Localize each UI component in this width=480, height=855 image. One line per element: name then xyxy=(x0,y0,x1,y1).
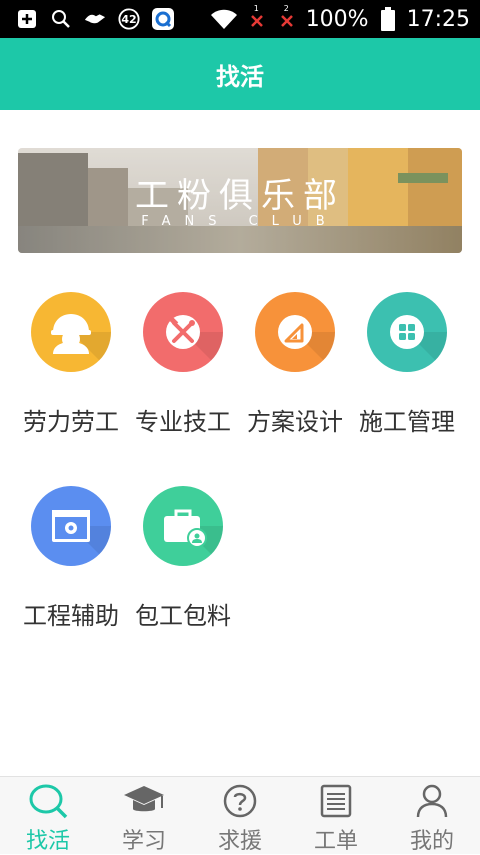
add-box-icon xyxy=(16,8,38,30)
tab-find-work[interactable]: 找活 xyxy=(0,777,96,854)
tab-label: 我的 xyxy=(409,829,454,854)
app-bar: 找活 xyxy=(0,38,480,110)
worker-icon xyxy=(31,292,111,372)
category-label: 工程辅助 xyxy=(23,602,119,630)
wifi-icon xyxy=(210,8,238,30)
category-label: 施工管理 xyxy=(359,408,455,436)
ruler-icon xyxy=(255,292,335,372)
page-title: 找活 xyxy=(216,62,264,91)
tools-icon xyxy=(143,292,223,372)
settings-window-icon xyxy=(31,486,111,566)
status-bar: 42 1 2 100% 17:25 xyxy=(0,0,480,38)
toolbox-icon xyxy=(143,486,223,566)
tab-label: 求援 xyxy=(217,829,262,854)
category-assist[interactable]: 工程辅助 xyxy=(15,486,127,631)
handshake-icon xyxy=(84,8,106,30)
sim2-no-signal-icon: 2 xyxy=(276,4,298,30)
category-labor[interactable]: 劳力劳工 xyxy=(15,292,127,437)
bottom-tab-bar: 找活 学习 求援 工单 我的 xyxy=(0,776,480,854)
grid-icon xyxy=(367,292,447,372)
tab-mine[interactable]: 我的 xyxy=(384,777,480,854)
category-management[interactable]: 施工管理 xyxy=(351,292,463,437)
category-design[interactable]: 方案设计 xyxy=(239,292,351,437)
sim1-no-signal-icon: 1 xyxy=(246,4,268,30)
category-label: 专业技工 xyxy=(135,408,231,436)
fans-club-banner[interactable]: 工粉俱乐部 FANS CLUB xyxy=(18,148,462,253)
graduation-cap-icon xyxy=(122,783,166,819)
tab-study[interactable]: 学习 xyxy=(96,777,192,854)
search-icon xyxy=(50,8,72,30)
battery-percent: 100% xyxy=(305,6,369,32)
category-label: 包工包料 xyxy=(135,602,231,630)
tab-label: 工单 xyxy=(313,829,358,854)
banner-subtitle: FANS CLUB xyxy=(141,214,339,229)
category-skilled[interactable]: 专业技工 xyxy=(127,292,239,437)
banner-title: 工粉俱乐部 xyxy=(135,176,345,216)
tab-work-orders[interactable]: 工单 xyxy=(288,777,384,854)
battery-icon xyxy=(377,7,399,31)
tab-help[interactable]: 求援 xyxy=(192,777,288,854)
notification-count-badge: 42 xyxy=(118,8,140,30)
user-icon xyxy=(410,783,454,819)
app-q-icon xyxy=(152,8,174,30)
tab-label: 找活 xyxy=(25,829,70,854)
help-icon xyxy=(218,783,262,819)
list-icon xyxy=(314,783,358,819)
category-label: 劳力劳工 xyxy=(23,408,119,436)
category-label: 方案设计 xyxy=(247,408,343,436)
tab-label: 学习 xyxy=(121,829,166,854)
search-icon xyxy=(26,783,70,819)
category-contract[interactable]: 包工包料 xyxy=(127,486,239,631)
clock: 17:25 xyxy=(406,6,470,32)
